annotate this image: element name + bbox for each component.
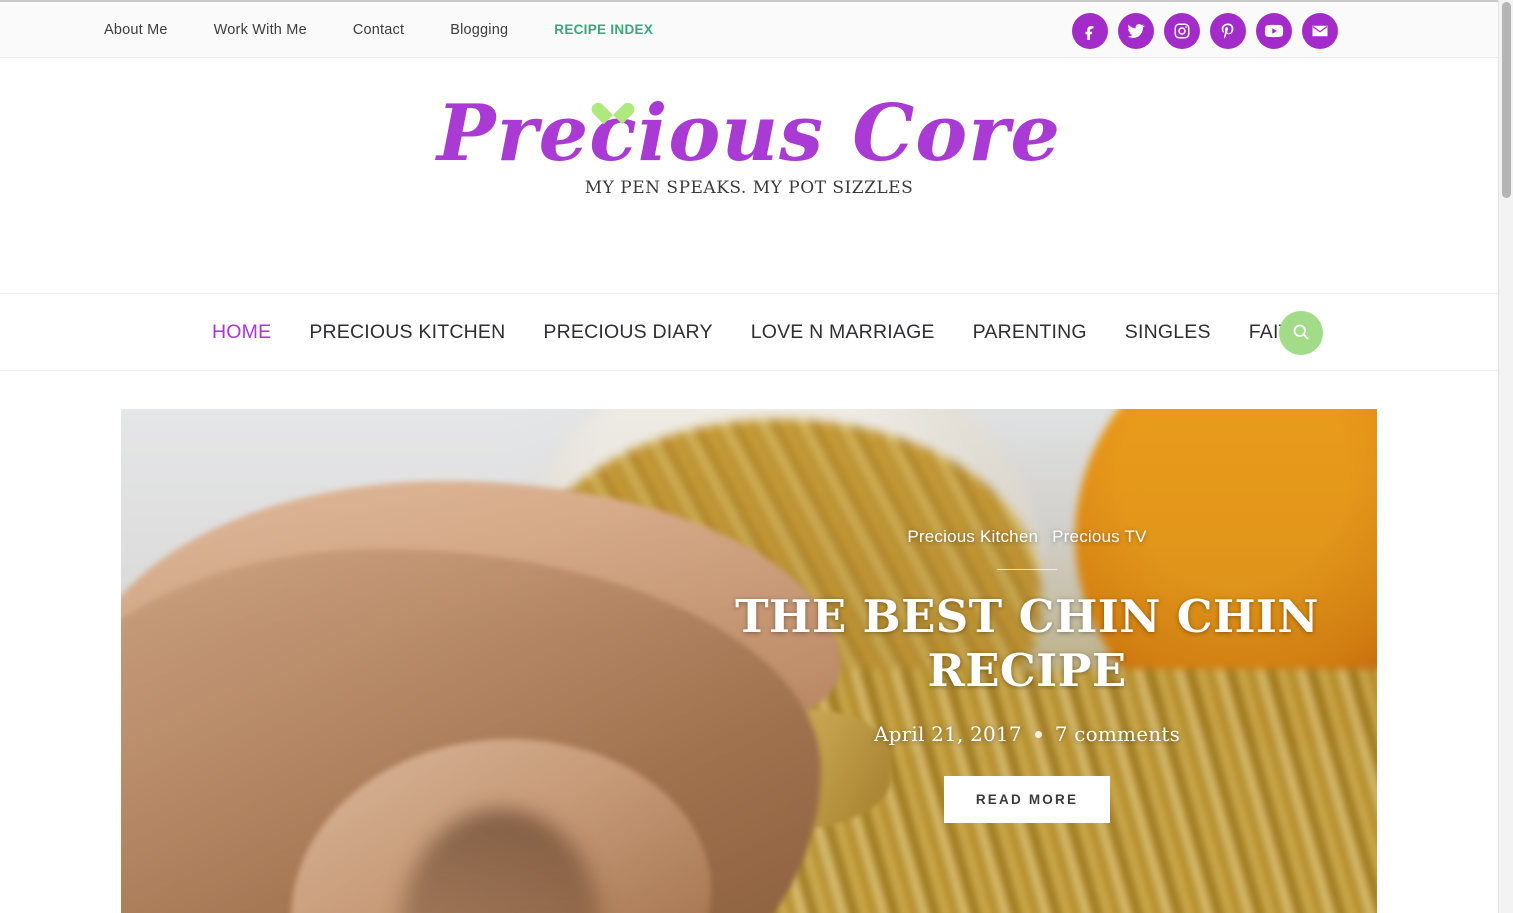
divider: [997, 569, 1057, 570]
featured-post-card[interactable]: Precious Kitchen Precious TV THE BEST CH…: [121, 409, 1377, 913]
category-link-precious-kitchen[interactable]: Precious Kitchen: [907, 527, 1038, 547]
topnav-item-work-with-me[interactable]: Work With Me: [192, 20, 331, 40]
topnav-item-blogging[interactable]: Blogging: [428, 20, 532, 40]
category-link-precious-tv[interactable]: Precious TV: [1052, 527, 1146, 547]
nav-item-precious-diary[interactable]: PRECIOUS DIARY: [543, 319, 712, 345]
topnav-item-recipe-index[interactable]: RECIPE INDEX: [532, 20, 677, 40]
search-button[interactable]: [1279, 311, 1323, 355]
post-date: April 21, 2017: [873, 722, 1022, 746]
youtube-icon[interactable]: [1256, 13, 1292, 49]
site-title: Precious Core: [436, 88, 1062, 179]
featured-post-content: Precious Kitchen Precious TV THE BEST CH…: [667, 527, 1377, 823]
nav-item-parenting[interactable]: PARENTING: [973, 319, 1087, 345]
twitter-icon[interactable]: [1118, 13, 1154, 49]
topnav-item-about-me[interactable]: About Me: [104, 20, 192, 40]
heart-icon: [600, 94, 626, 118]
social-links: [1072, 13, 1338, 49]
browser-page: About Me Work With Me Contact Blogging R…: [0, 0, 1513, 913]
post-comment-count[interactable]: 7 comments: [1055, 722, 1180, 746]
featured-post-categories: Precious Kitchen Precious TV: [667, 527, 1377, 547]
featured-section: Precious Kitchen Precious TV THE BEST CH…: [0, 371, 1498, 913]
primary-nav: HOME PRECIOUS KITCHEN PRECIOUS DIARY LOV…: [212, 319, 1343, 345]
nav-item-precious-kitchen[interactable]: PRECIOUS KITCHEN: [309, 319, 505, 345]
read-more-button[interactable]: READ MORE: [943, 776, 1111, 823]
top-utility-bar: About Me Work With Me Contact Blogging R…: [0, 0, 1498, 58]
nav-item-love-n-marriage[interactable]: LOVE N MARRIAGE: [751, 319, 935, 345]
meta-separator-dot: [1034, 730, 1042, 738]
primary-nav-bar: HOME PRECIOUS KITCHEN PRECIOUS DIARY LOV…: [0, 293, 1498, 371]
page-viewport: About Me Work With Me Contact Blogging R…: [0, 0, 1498, 913]
facebook-icon[interactable]: [1072, 13, 1108, 49]
email-icon[interactable]: [1302, 13, 1338, 49]
nav-item-home[interactable]: HOME: [212, 319, 271, 345]
site-logo[interactable]: Precious Core: [437, 86, 1061, 182]
vertical-scrollbar[interactable]: [1498, 0, 1513, 913]
search-icon: [1291, 322, 1311, 345]
featured-post-meta: April 21, 2017 7 comments: [667, 722, 1377, 746]
topnav-item-contact[interactable]: Contact: [331, 20, 428, 40]
instagram-icon[interactable]: [1164, 13, 1200, 49]
featured-post-title[interactable]: THE BEST CHIN CHIN RECIPE: [667, 590, 1377, 698]
scrollbar-thumb[interactable]: [1502, 2, 1511, 198]
site-branding: Precious Core MY PEN SPEAKS. MY POT SIZZ…: [0, 58, 1498, 293]
pinterest-icon[interactable]: [1210, 13, 1246, 49]
nav-item-singles[interactable]: SINGLES: [1125, 319, 1211, 345]
secondary-nav: About Me Work With Me Contact Blogging R…: [104, 20, 677, 40]
